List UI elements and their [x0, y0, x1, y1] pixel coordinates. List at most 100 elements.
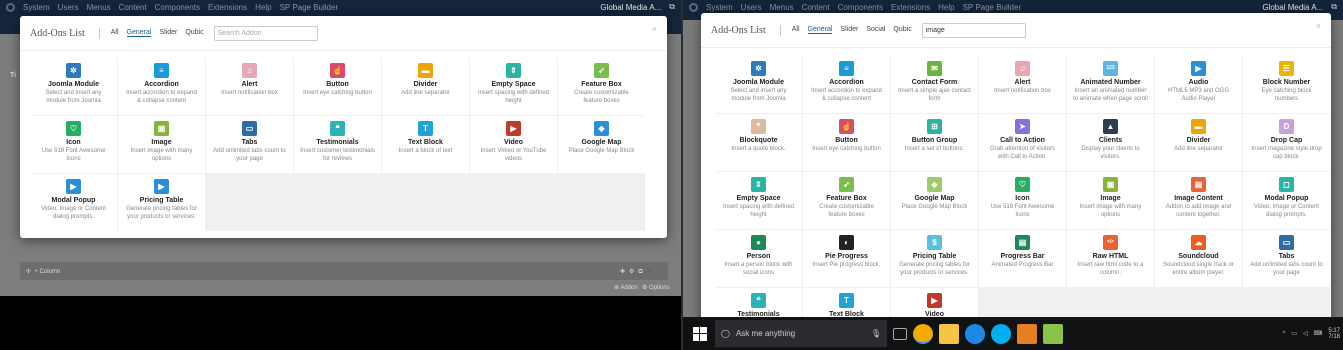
admin-menu-item[interactable]: Content	[119, 3, 147, 12]
addon-card[interactable]: $ Pricing Table Generate pricing tables fo…	[891, 230, 978, 287]
clock[interactable]: 5:17 7/18	[1328, 328, 1340, 340]
admin-menu-item[interactable]: Users	[741, 3, 762, 12]
chevron-up-icon[interactable]: ^	[1283, 331, 1286, 337]
tab-general[interactable]: General	[126, 29, 152, 37]
addon-card[interactable]: ➶ Feature Box Create customizable feature …	[558, 58, 645, 115]
addon-card[interactable]: ➤ Call to Action Grab attention of visitor…	[979, 114, 1066, 171]
tab-all[interactable]: All	[111, 29, 119, 37]
external-link-icon[interactable]: ⧉	[1331, 2, 1337, 12]
addon-card[interactable]: ✲ Joomla Module Select and insert any modu…	[715, 56, 802, 113]
microphone-icon[interactable]: 🎙	[871, 329, 881, 338]
joomla-logo-icon[interactable]	[689, 2, 698, 12]
tab-slider[interactable]: Slider	[159, 29, 177, 37]
options-button[interactable]: ⚙ Options	[642, 284, 670, 291]
addon-card[interactable]: ➶ Feature Box Create customizable feature …	[803, 172, 890, 229]
admin-menu-item[interactable]: Content	[802, 3, 830, 12]
addon-card[interactable]: ◈ Google Map Place Google Map Block	[558, 116, 645, 173]
tab-all[interactable]: All	[792, 26, 800, 34]
addon-card[interactable]: ❞ Blockquote Insert a quote block.	[715, 114, 802, 171]
admin-menu-item[interactable]: Menus	[770, 3, 794, 12]
admin-menu-item[interactable]: Help	[255, 3, 271, 12]
admin-menu-item[interactable]: System	[706, 3, 733, 12]
tab-general[interactable]: General	[807, 26, 833, 34]
tab-social[interactable]: Social	[866, 26, 885, 34]
volume-icon[interactable]: ◁	[1303, 330, 1308, 337]
admin-menu-item[interactable]: SP Page Builder	[280, 3, 339, 12]
addon-card[interactable]: ✉ Contact Form Insert a simple ajax contac…	[891, 56, 978, 113]
site-name-link[interactable]: Global Media A...	[600, 3, 661, 12]
notepad-icon[interactable]	[1043, 323, 1063, 344]
addon-description: Insert a set of buttons.	[904, 146, 965, 152]
addon-card[interactable]: ▶ Modal Popup Video, Image or Content dial…	[30, 174, 117, 231]
addon-card[interactable]: ▶ Video Insert Vimeo or YouTube videos	[470, 116, 557, 173]
addon-card[interactable]: ◐ Pie Progress Insert Pie progress block.	[803, 230, 890, 287]
skype-icon[interactable]	[991, 323, 1011, 344]
addon-card[interactable]: ◈ Google Map Place Google Map Block	[891, 172, 978, 229]
addon-card[interactable]: ⇕ Empty Space Insert spacing with defined …	[715, 172, 802, 229]
external-link-icon[interactable]: ⧉	[669, 2, 675, 12]
addon-card[interactable]: ♫ Alert Insert notification box	[206, 58, 293, 115]
cortana-search-box[interactable]: ◯ Ask me anything 🎙	[715, 320, 887, 347]
row-actions[interactable]: ✚⚙⧉✕	[620, 268, 656, 276]
addon-card[interactable]: </> Raw HTML Insert raw html code to a col…	[1067, 230, 1154, 287]
tab-qubic[interactable]: Qubic	[185, 29, 203, 37]
addon-card[interactable]: ▣ Image Insert image with many options	[1067, 172, 1154, 229]
tab-slider[interactable]: Slider	[840, 26, 858, 34]
addon-card[interactable]: ▣ Image Insert image with many options	[118, 116, 205, 173]
ie-icon[interactable]	[965, 323, 985, 344]
admin-menu-item[interactable]: SP Page Builder	[963, 3, 1022, 12]
addon-card[interactable]: ♫ Alert Insert notification box	[979, 56, 1066, 113]
chrome-icon[interactable]	[913, 323, 933, 344]
admin-menu-item[interactable]: Users	[58, 3, 79, 12]
addon-card[interactable]: ● Person Insert a person block with social…	[715, 230, 802, 287]
addon-card[interactable]: ≡ Accordion Insert accordion to expand & c…	[803, 56, 890, 113]
joomla-logo-icon[interactable]	[6, 2, 15, 12]
addon-card[interactable]: 123 Animated Number Insert an animated num…	[1067, 56, 1154, 113]
site-name-link[interactable]: Global Media A...	[1262, 3, 1323, 12]
addon-card[interactable]: ◻ Modal Popup Video, Image or Content dial…	[1243, 172, 1330, 229]
addon-card[interactable]: ▭ Tabs Add unlimited tabs count to your pa…	[206, 116, 293, 173]
addon-card[interactable]: ⊞ Button Group Insert a set of buttons.	[891, 114, 978, 171]
search-input[interactable]	[921, 22, 1026, 38]
file-explorer-icon[interactable]	[939, 323, 959, 344]
addon-card[interactable]: ♡ Icon Use 519 Font Awesome Icons	[30, 116, 117, 173]
addon-card[interactable]: ☁ Soundcloud Soundcloud single track or en…	[1155, 230, 1242, 287]
addon-description: Insert raw html code to a column.	[1077, 262, 1144, 276]
addon-card[interactable]: ❝ Testimonials Insert customer testimonial…	[294, 116, 381, 173]
addon-card[interactable]: ▤ Image Content Addon to add image and con…	[1155, 172, 1242, 229]
addon-button[interactable]: ⊕ Addon	[614, 284, 638, 291]
addon-card[interactable]: ⇕ Empty Space Insert spacing with defined …	[470, 58, 557, 115]
admin-menu-item[interactable]: Extensions	[891, 3, 930, 12]
addon-card[interactable]: ▶ Pricing Table Generate pricing tables fo…	[118, 174, 205, 231]
addon-card[interactable]: ✲ Joomla Module Select and insert any modu…	[30, 58, 117, 115]
addon-card[interactable]: D Drop Cap Insert magazine style drop cap …	[1243, 114, 1330, 171]
windows-start-icon[interactable]	[689, 323, 711, 345]
addon-card[interactable]: T Text Block Insert a block of text	[382, 116, 469, 173]
admin-menu-item[interactable]: Help	[938, 3, 954, 12]
addon-card[interactable]: ▬ Divider Add line separator	[382, 58, 469, 115]
addon-card[interactable]: ☝ Button Insert eye catching button	[294, 58, 381, 115]
admin-menu-item[interactable]: Menus	[87, 3, 111, 12]
tab-qubic[interactable]: Qubic	[893, 26, 911, 34]
xampp-icon[interactable]	[1017, 323, 1037, 344]
addon-card[interactable]: ≡ Accordion Insert accordion to expand & c…	[118, 58, 205, 115]
addon-card[interactable]: ▶ Audio HTML5 MP3 and OGG Audio Player	[1155, 56, 1242, 113]
column-label[interactable]: ✢ + Column	[26, 268, 60, 275]
addon-card[interactable]: ▲ Clients Display your clients to visitors…	[1067, 114, 1154, 171]
admin-menu-item[interactable]: Components	[155, 3, 200, 12]
admin-menu-item[interactable]: System	[23, 3, 50, 12]
addon-card[interactable]: ▤ Progress Bar Animated Progress Bar	[979, 230, 1066, 287]
addon-card[interactable]: ▭ Tabs Add unlimited tabs count to your pa…	[1243, 230, 1330, 287]
addon-card[interactable]: ▬ Divider Add line separator	[1155, 114, 1242, 171]
task-view-icon[interactable]	[893, 327, 907, 340]
search-input[interactable]	[213, 25, 318, 41]
addon-card[interactable]: ♡ Icon Use 519 Font Awesome Icons	[979, 172, 1066, 229]
addon-card[interactable]: ☝ Button Insert eye catching button	[803, 114, 890, 171]
network-icon[interactable]: ▭	[1291, 330, 1297, 337]
admin-menu-item[interactable]: Components	[838, 3, 883, 12]
close-icon[interactable]: ×	[652, 24, 657, 34]
keyboard-icon[interactable]: ⌨	[1314, 330, 1323, 337]
addon-card[interactable]: ☰ Block Number Eye catching block numbers	[1243, 56, 1330, 113]
admin-menu-item[interactable]: Extensions	[208, 3, 247, 12]
close-icon[interactable]: ×	[1316, 21, 1321, 31]
